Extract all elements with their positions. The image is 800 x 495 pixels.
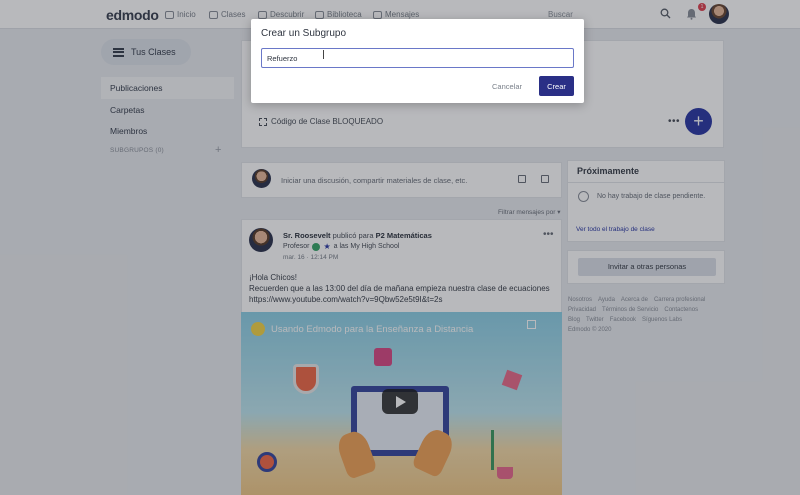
text-cursor-icon (323, 50, 325, 59)
create-button[interactable]: Crear (539, 76, 574, 96)
cancel-button[interactable]: Cancelar (492, 77, 522, 96)
create-subgroup-dialog: Crear un Subgrupo Cancelar Crear (251, 19, 584, 103)
dialog-title: Crear un Subgrupo (261, 28, 347, 39)
subgroup-name-input[interactable] (261, 48, 574, 68)
